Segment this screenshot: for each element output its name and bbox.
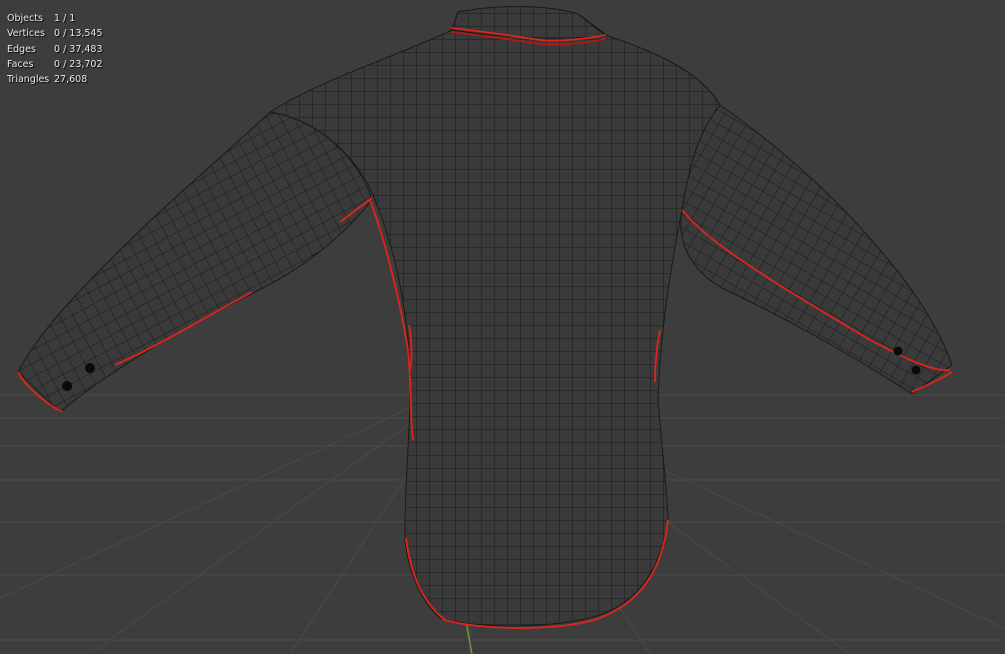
left-sleeve-mesh[interactable] [17,111,373,413]
shirt-torso-mesh[interactable] [268,6,721,627]
stat-triangles: Triangles 27,608 [7,72,103,87]
right-sleeve-mesh[interactable] [680,104,953,395]
stat-value: 27,608 [54,74,88,86]
stat-label: Faces [7,58,34,70]
3d-viewport[interactable]: Objects 1 / 1 Vertices 0 / 13,545 Edges … [0,0,1005,654]
stat-value: 0 / 37,483 [54,43,103,55]
stat-objects: Objects 1 / 1 [7,11,103,26]
stat-label: Triangles [7,74,50,86]
left-cuff-button-2[interactable] [62,381,72,391]
stat-vertices: Vertices 0 / 13,545 [7,26,103,41]
right-cuff-button-1[interactable] [893,346,903,356]
stat-label: Edges [7,43,36,55]
y-axis-line [465,621,473,654]
stat-edges: Edges 0 / 37,483 [7,42,103,57]
stat-faces: Faces 0 / 23,702 [7,57,103,72]
right-cuff-button-2[interactable] [911,365,921,375]
left-cuff-button-1[interactable] [85,363,95,373]
statistics-overlay: Objects 1 / 1 Vertices 0 / 13,545 Edges … [7,11,103,87]
stat-value: 1 / 1 [54,13,76,24]
stat-label: Objects [7,13,43,24]
stat-label: Vertices [7,28,45,40]
viewport-canvas[interactable] [0,0,1005,654]
collar-mesh[interactable] [451,6,608,39]
stat-value: 0 / 13,545 [54,28,103,40]
stat-value: 0 / 23,702 [54,58,103,70]
